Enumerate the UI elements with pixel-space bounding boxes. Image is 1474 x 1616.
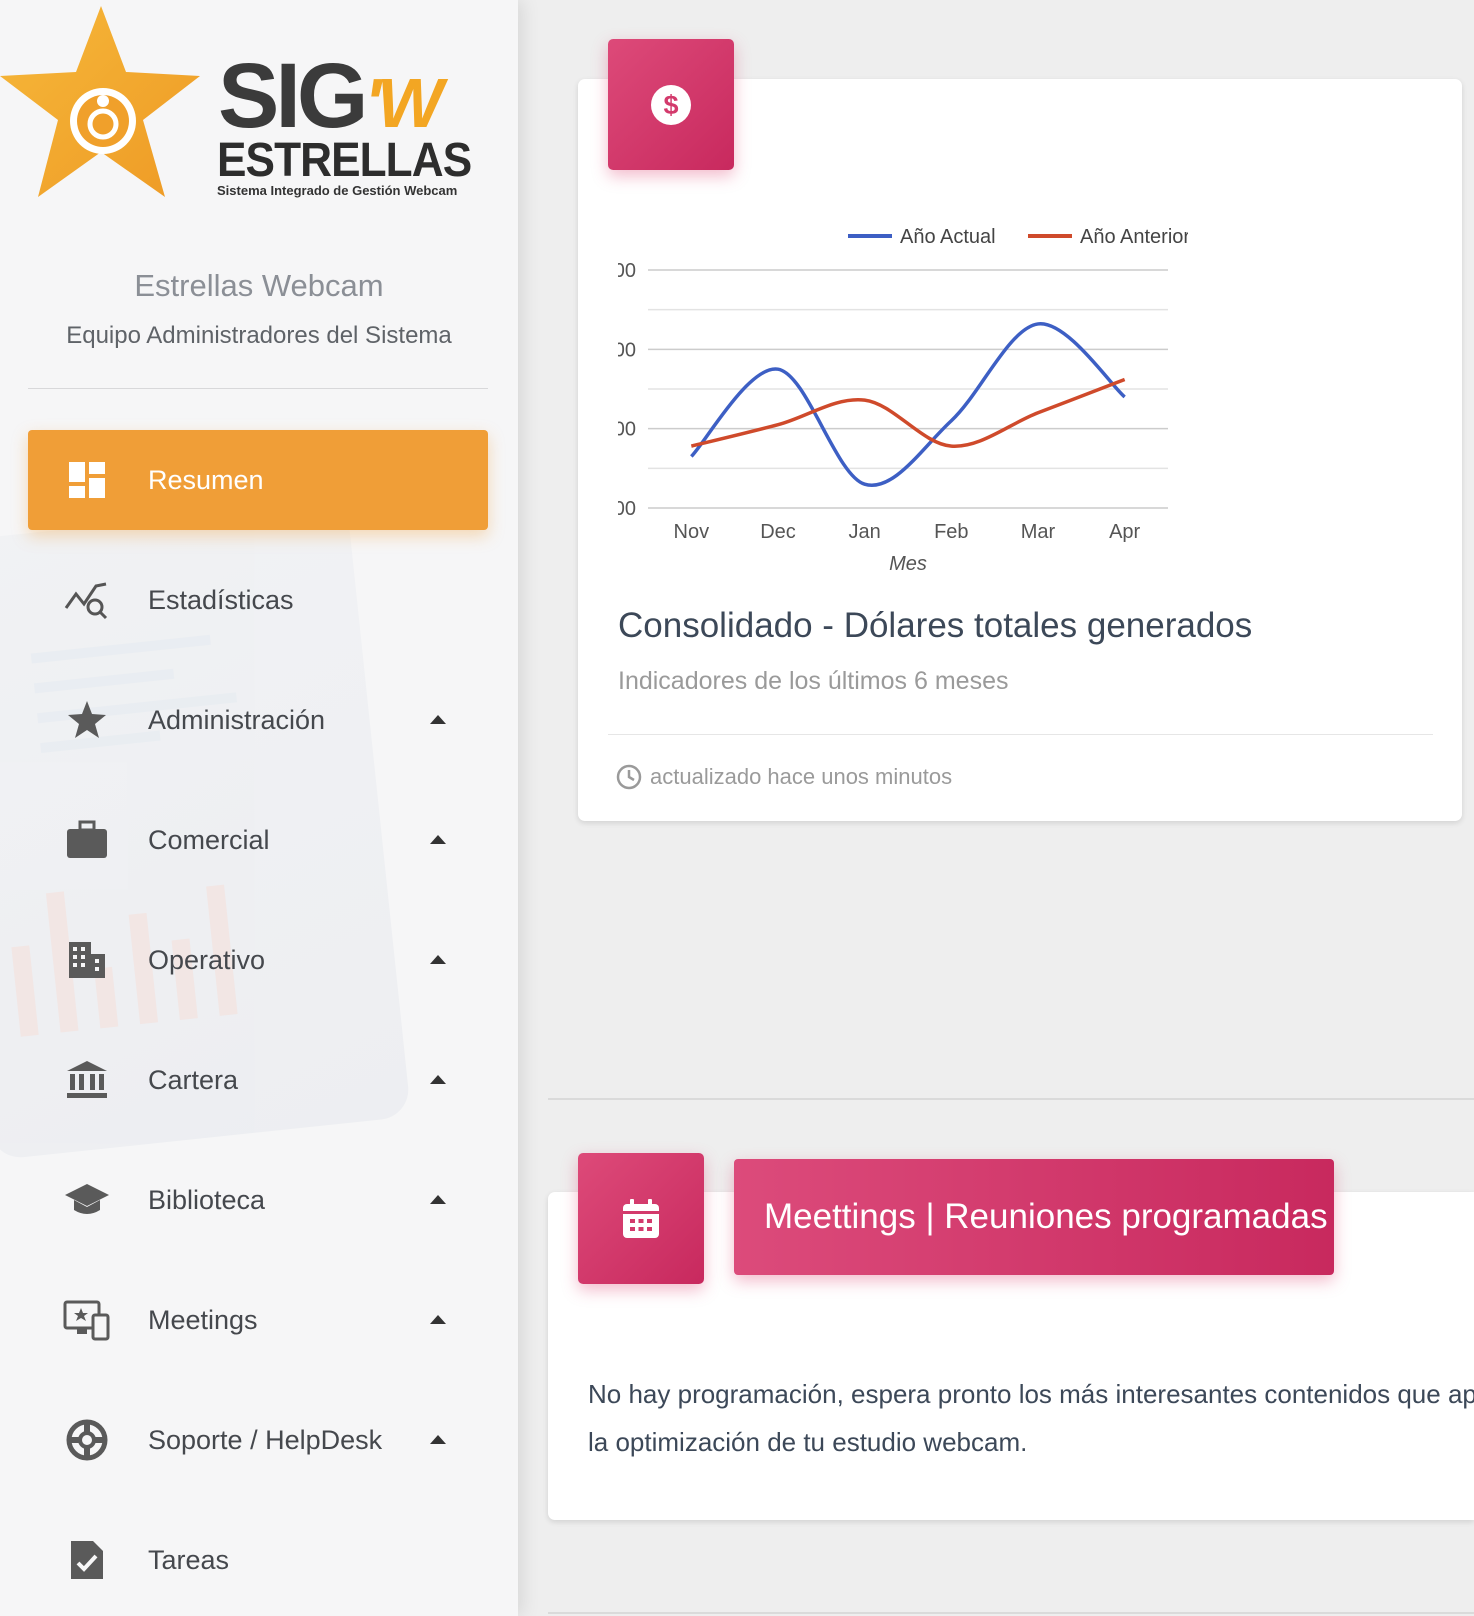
dashboard-icon: [62, 458, 112, 502]
bank-icon: [62, 1058, 112, 1102]
svg-text:$: $: [663, 90, 678, 120]
task-file-icon: [62, 1538, 112, 1582]
caret-up-icon[interactable]: [430, 955, 446, 964]
y-tick-label: 700,000: [618, 339, 636, 361]
caret-up-icon[interactable]: [430, 835, 446, 844]
lifebuoy-icon: [62, 1418, 112, 1462]
sidebar-item-comercial[interactable]: Comercial: [28, 790, 488, 890]
sidebar-item-administracion[interactable]: Administración: [28, 670, 488, 770]
last-updated-text: actualizado hace unos minutos: [650, 764, 953, 789]
x-tick-label: Feb: [934, 521, 968, 543]
x-tick-label: Apr: [1109, 521, 1140, 543]
meetings-message-line-2: la optimización de tu estudio webcam.: [588, 1427, 1028, 1457]
meetings-icon-tile: [578, 1153, 704, 1284]
sidebar-item-estadisticas[interactable]: Estadísticas: [28, 550, 488, 650]
sidebar-item-operativo[interactable]: Operativo: [28, 910, 488, 1010]
caret-up-icon[interactable]: [430, 1195, 446, 1204]
graduation-cap-icon: [62, 1178, 112, 1222]
meetings-empty-message: No hay programación, espera pronto los m…: [588, 1370, 1474, 1466]
sidebar-item-label: Soporte / HelpDesk: [148, 1424, 383, 1455]
caret-up-icon[interactable]: [430, 1435, 446, 1444]
star-icon: [62, 698, 112, 742]
sidebar-item-meetings[interactable]: Meetings: [28, 1270, 488, 1370]
legend-label: Año Anterior: [1080, 226, 1188, 248]
user-team: Equipo Administradores del Sistema: [66, 322, 452, 349]
sidebar-item-label: Biblioteca: [148, 1184, 266, 1215]
section-divider: [548, 1612, 1474, 1614]
briefcase-icon: [62, 818, 112, 862]
card-footer: actualizado hace unos minutos: [616, 764, 952, 790]
sidebar-item-label: Meetings: [148, 1304, 258, 1335]
sidebar: SIG'W ESTRELLAS Sistema Integrado de Ges…: [0, 0, 518, 1616]
monitor-devices-icon: [62, 1298, 112, 1342]
y-tick-label: 500,000: [618, 498, 636, 520]
stats-search-icon: [62, 578, 112, 622]
clock-icon: [616, 764, 642, 790]
sidebar-item-tareas[interactable]: Tareas: [28, 1510, 488, 1610]
user-name[interactable]: Estrellas Webcam: [0, 268, 518, 304]
x-axis-label: Mes: [889, 553, 927, 575]
sidebar-item-label: Tareas: [148, 1544, 230, 1575]
sidebar-item-biblioteca[interactable]: Biblioteca: [28, 1150, 488, 1250]
card-divider: [608, 734, 1433, 735]
calendar-icon: [623, 1198, 659, 1238]
sidebar-nav: Resumen Estadísticas Administración Come…: [28, 430, 488, 1616]
caret-up-icon[interactable]: [430, 1315, 446, 1324]
building-icon: [62, 938, 112, 982]
main-content: Consolidado - Dólares totales generados …: [518, 0, 1474, 1616]
sidebar-item-resumen[interactable]: Resumen: [28, 430, 488, 530]
x-tick-label: Jan: [849, 521, 881, 543]
revenue-line-chart: 500,000 600,000 700,000 800,000 Nov Dec Jan Feb…: [618, 226, 1188, 575]
brand-logo[interactable]: SIG'W ESTRELLAS Sistema Integrado de Ges…: [0, 0, 472, 215]
chart-card-subtitle: Indicadores de los últimos 6 meses: [618, 667, 1009, 695]
legend-label: Año Actual: [900, 226, 996, 248]
sidebar-item-soporte[interactable]: Soporte / HelpDesk: [28, 1390, 488, 1490]
sidebar-item-label: Cartera: [148, 1064, 239, 1095]
x-tick-label: Nov: [674, 521, 710, 543]
caret-up-icon[interactable]: [430, 715, 446, 724]
sidebar-item-label: Operativo: [148, 944, 266, 975]
y-tick-label: 800,000: [618, 260, 636, 282]
sidebar-divider: [28, 388, 488, 389]
logo-tagline: Sistema Integrado de Gestión Webcam: [217, 183, 458, 198]
caret-up-icon[interactable]: [430, 1075, 446, 1084]
meetings-message-line-1: No hay programación, espera pronto los m…: [588, 1379, 1474, 1409]
meetings-header[interactable]: Meettings | Reuniones programadas: [734, 1159, 1334, 1275]
meetings-header-title: Meettings | Reuniones programadas: [764, 1197, 1328, 1236]
chart-card-title: Consolidado - Dólares totales generados: [618, 606, 1253, 645]
star-logo-icon: [0, 6, 200, 197]
sidebar-item-cartera[interactable]: Cartera: [28, 1030, 488, 1130]
logo-wordmark: SIG'W: [218, 45, 443, 147]
sidebar-item-label: Comercial: [148, 824, 270, 855]
x-tick-label: Mar: [1021, 521, 1056, 543]
sidebar-item-label: Resumen: [148, 464, 264, 495]
section-divider: [548, 1098, 1474, 1100]
sidebar-item-label: Estadísticas: [148, 584, 294, 615]
x-tick-label: Dec: [760, 521, 796, 543]
y-tick-label: 600,000: [618, 419, 636, 441]
logo-name: ESTRELLAS: [217, 134, 472, 187]
dollar-icon: $: [651, 84, 691, 125]
revenue-icon-tile: $: [608, 39, 734, 170]
sidebar-item-label: Administración: [148, 704, 326, 735]
